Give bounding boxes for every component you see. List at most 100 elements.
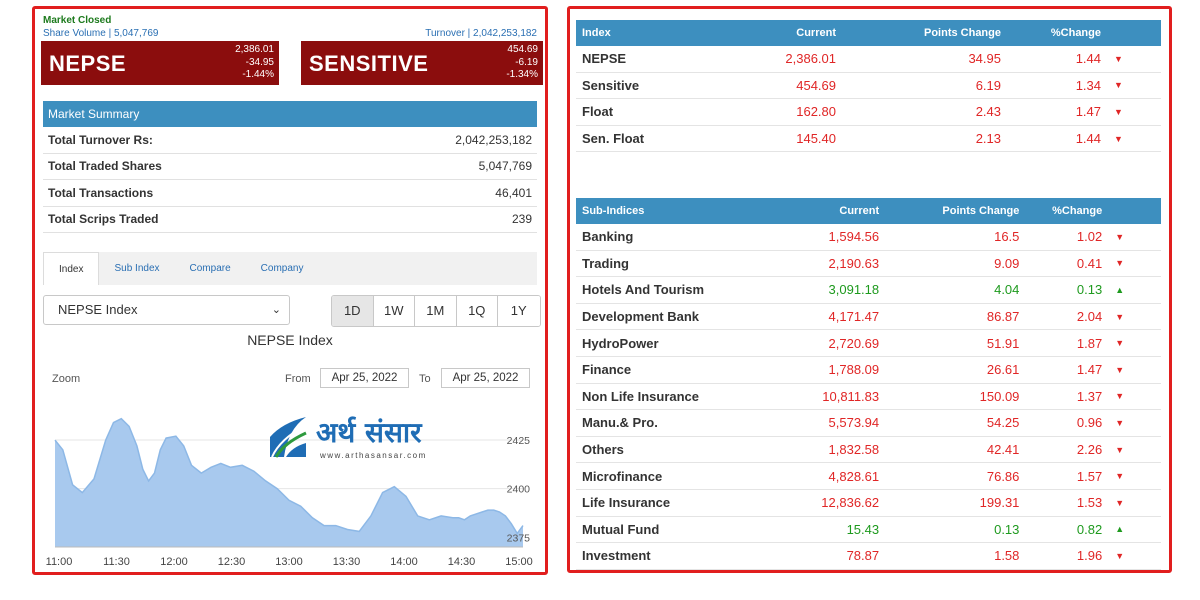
- pct-change: 1.47: [1075, 104, 1101, 120]
- points-change: 150.09: [979, 388, 1020, 404]
- table-row[interactable]: Sensitive 454.69 6.19 1.34 ▼: [576, 73, 1161, 100]
- summary-label: Total Traded Shares: [48, 159, 162, 174]
- points-change: 51.91: [986, 335, 1020, 351]
- table-row[interactable]: Microfinance 4,828.61 76.86 1.57 ▼: [576, 463, 1161, 490]
- table-row[interactable]: Hotels And Tourism 3,091.18 4.04 0.13 ▲: [576, 277, 1161, 304]
- x-tick-label: 14:00: [390, 556, 418, 568]
- tab-compare[interactable]: Compare: [175, 252, 246, 285]
- y-tick-label: 2425: [507, 435, 531, 447]
- current-value: 145.40: [796, 131, 836, 147]
- header-points-change: Points Change: [942, 205, 1020, 217]
- arrow-down-icon: ▼: [1114, 80, 1123, 91]
- index-name: Manu.& Pro.: [582, 415, 658, 431]
- table-row[interactable]: NEPSE 2,386.01 34.95 1.44 ▼: [576, 46, 1161, 73]
- table-row[interactable]: Sen. Float 145.40 2.13 1.44 ▼: [576, 126, 1161, 153]
- table-row[interactable]: Trading 2,190.63 9.09 0.41 ▼: [576, 251, 1161, 278]
- nepse-index-box[interactable]: NEPSE 2,386.01 -34.95 -1.44%: [41, 41, 279, 85]
- logo-mark-icon: [270, 417, 307, 458]
- table-row[interactable]: Development Bank 4,171.47 86.87 2.04 ▼: [576, 304, 1161, 331]
- index-name: HydroPower: [582, 335, 659, 351]
- table-row[interactable]: Manu.& Pro. 5,573.94 54.25 0.96 ▼: [576, 410, 1161, 437]
- pct-change: 1.44: [1075, 131, 1101, 147]
- header-pct-change: %Change: [1050, 27, 1101, 39]
- tab-index[interactable]: Index: [43, 252, 100, 285]
- market-summary-header: Market Summary: [43, 101, 537, 127]
- pct-change: 2.26: [1076, 442, 1103, 458]
- pct-change: 0.41: [1076, 255, 1103, 271]
- nepse-pct: -1.44%: [242, 69, 274, 80]
- current-value: 3,091.18: [828, 282, 880, 298]
- table-row[interactable]: Life Insurance 12,836.62 199.31 1.53 ▼: [576, 490, 1161, 517]
- x-tick-label: 12:00: [160, 556, 188, 568]
- summary-value: 46,401: [495, 185, 532, 200]
- arrow-up-icon: ▲: [1115, 524, 1125, 535]
- sensitive-index-box[interactable]: SENSITIVE 454.69 -6.19 -1.34%: [301, 41, 543, 85]
- y-tick-label: 2400: [507, 484, 531, 496]
- current-value: 2,386.01: [785, 51, 836, 67]
- current-value: 2,720.69: [828, 335, 880, 351]
- index-name: NEPSE: [582, 51, 627, 67]
- nepse-change: -34.95: [245, 56, 274, 68]
- table-row[interactable]: Mutual Fund 15.43 0.13 0.82 ▲: [576, 517, 1161, 544]
- range-1y-button[interactable]: 1Y: [498, 296, 540, 326]
- current-value: 1,594.56: [828, 229, 880, 245]
- pct-change: 1.47: [1076, 362, 1103, 378]
- sensitive-value: 454.69: [507, 44, 538, 55]
- range-1d-button[interactable]: 1D: [332, 296, 374, 326]
- summary-row: Total Turnover Rs: 2,042,253,182: [43, 127, 537, 154]
- table-row[interactable]: Banking 1,594.56 16.5 1.02 ▼: [576, 224, 1161, 251]
- table-row[interactable]: Others 1,832.58 42.41 2.26 ▼: [576, 437, 1161, 464]
- arrow-down-icon: ▼: [1115, 258, 1125, 269]
- range-1m-button[interactable]: 1M: [415, 296, 457, 326]
- index-name: Non Life Insurance: [582, 388, 700, 404]
- chart-tabs: Index Sub Index Compare Company: [43, 252, 537, 285]
- index-select[interactable]: NEPSE Index ⌄: [43, 295, 290, 325]
- tab-sub-index[interactable]: Sub Index: [99, 252, 174, 285]
- nepse-values: 2,386.01 -34.95 -1.44%: [235, 44, 274, 82]
- table-row[interactable]: Investment 78.87 1.58 1.96 ▼: [576, 543, 1161, 570]
- summary-value: 5,047,769: [478, 159, 532, 174]
- arrow-down-icon: ▼: [1115, 471, 1125, 482]
- points-change: 76.86: [986, 468, 1020, 484]
- pct-change: 0.13: [1076, 282, 1103, 298]
- current-value: 2,190.63: [828, 255, 880, 271]
- arrow-down-icon: ▼: [1115, 391, 1125, 402]
- arrow-down-icon: ▼: [1115, 497, 1125, 508]
- index-name: Hotels And Tourism: [582, 282, 705, 298]
- arthasansar-logo: अर्थ संसार www.arthasansar.com: [266, 411, 466, 467]
- volume-turnover-row: Share Volume | 5,047,769 Turnover | 2,04…: [43, 28, 537, 39]
- summary-row: Total Transactions 46,401: [43, 180, 537, 207]
- range-1w-button[interactable]: 1W: [373, 296, 415, 326]
- sensitive-values: 454.69 -6.19 -1.34%: [506, 44, 538, 82]
- sensitive-change: -6.19: [515, 56, 538, 68]
- x-tick-label: 13:30: [333, 556, 361, 568]
- table-row[interactable]: Finance 1,788.09 26.61 1.47 ▼: [576, 357, 1161, 384]
- header-index: Index: [582, 27, 611, 39]
- current-value: 1,788.09: [828, 362, 880, 378]
- table-row[interactable]: Non Life Insurance 10,811.83 150.09 1.37 ▼: [576, 384, 1161, 411]
- index-name: Float: [582, 104, 614, 120]
- points-change: 0.13: [994, 521, 1020, 537]
- to-date-input[interactable]: Apr 25, 2022: [441, 368, 530, 388]
- index-name: Microfinance: [582, 468, 663, 484]
- pct-change: 0.96: [1076, 415, 1103, 431]
- sub-table-header: Sub-Indices Current Points Change %Chang…: [576, 198, 1161, 224]
- points-change: 1.58: [994, 548, 1020, 564]
- chevron-down-icon: ⌄: [271, 304, 281, 316]
- index-name: Banking: [582, 229, 634, 245]
- tab-company[interactable]: Company: [246, 252, 319, 285]
- range-1q-button[interactable]: 1Q: [456, 296, 498, 326]
- from-date-input[interactable]: Apr 25, 2022: [320, 368, 409, 388]
- index-select-value: NEPSE Index: [58, 302, 138, 317]
- current-value: 454.69: [796, 77, 836, 93]
- header-current: Current: [839, 205, 880, 217]
- table-row[interactable]: Float 162.80 2.43 1.47 ▼: [576, 99, 1161, 126]
- table-row[interactable]: HydroPower 2,720.69 51.91 1.87 ▼: [576, 330, 1161, 357]
- pct-change: 1.57: [1076, 468, 1103, 484]
- summary-value: 239: [511, 212, 532, 227]
- x-tick-label: 11:00: [46, 556, 73, 568]
- pct-change: 1.44: [1075, 51, 1101, 67]
- arrow-down-icon: ▼: [1115, 444, 1125, 455]
- arrow-down-icon: ▼: [1115, 417, 1125, 428]
- index-name: Development Bank: [582, 309, 700, 325]
